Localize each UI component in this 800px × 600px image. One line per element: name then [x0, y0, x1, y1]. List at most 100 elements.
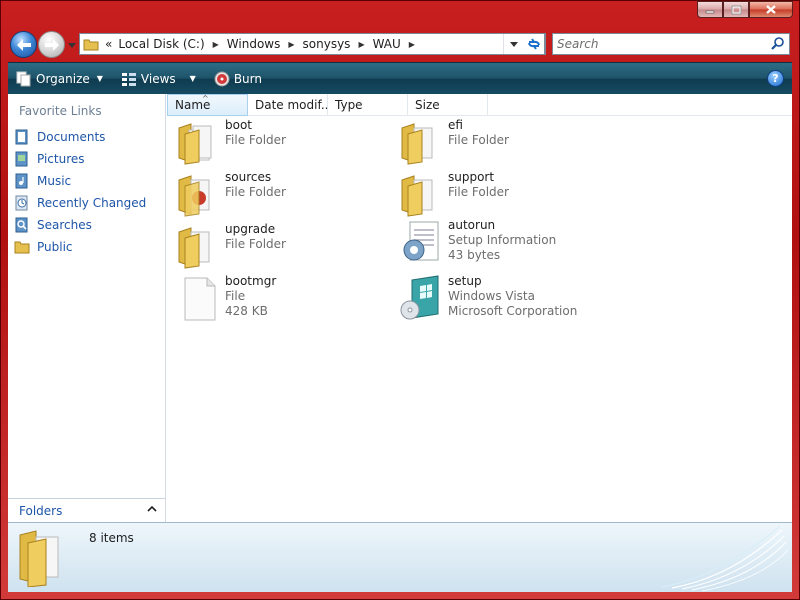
refresh-button[interactable]: [523, 33, 545, 55]
favorite-link-label: Recently Changed: [37, 196, 147, 210]
file-type: Setup Information: [448, 233, 557, 247]
file-name: bootmgr: [225, 274, 277, 288]
forward-button[interactable]: [38, 31, 65, 58]
pictures-icon: [15, 151, 28, 167]
breadcrumb-separator-icon[interactable]: ▶: [358, 40, 364, 49]
favorite-link-label: Documents: [37, 130, 106, 144]
column-header-label: Type: [335, 98, 363, 112]
file-item-text: bootmgr File 428 KB: [225, 274, 276, 322]
decorative-swoosh: [661, 525, 789, 592]
breadcrumb-local-disk[interactable]: Local Disk (C:): [118, 37, 204, 51]
minimize-icon: [705, 10, 715, 13]
file-type: File Folder: [448, 185, 509, 199]
breadcrumb-separator-icon[interactable]: ▶: [409, 40, 415, 49]
column-header-name[interactable]: ^ Name: [167, 94, 248, 116]
favorite-link-searches[interactable]: Searches: [14, 214, 146, 236]
organize-button[interactable]: Organize ▼: [10, 67, 109, 91]
search-input[interactable]: [557, 34, 757, 54]
file-type: File Folder: [225, 185, 286, 199]
favorite-link-recently-changed[interactable]: Recently Changed: [14, 192, 146, 214]
breadcrumb-windows[interactable]: Windows: [227, 37, 281, 51]
sort-ascending-icon: ^: [202, 94, 209, 103]
address-bar[interactable]: « Local Disk (C:) ▶ Windows ▶ sonysys ▶ …: [79, 33, 546, 55]
folders-label: Folders: [19, 503, 63, 518]
explorer-content: Favorite Links Documents Pictures Music …: [8, 94, 792, 522]
recent-icon: [15, 195, 28, 211]
file-item-text: efi File Folder: [448, 118, 509, 166]
title-bar: [0, 0, 800, 30]
search-icon[interactable]: [771, 36, 785, 50]
burn-button[interactable]: Burn: [208, 67, 268, 91]
navigation-pane: Favorite Links Documents Pictures Music …: [8, 94, 166, 522]
forward-arrow-icon: [44, 38, 59, 51]
breadcrumb-separator-icon[interactable]: ▶: [213, 40, 219, 49]
file-name: autorun: [448, 218, 496, 232]
file-item-upgrade[interactable]: upgrade File Folder: [175, 222, 286, 270]
address-dropdown[interactable]: [503, 34, 523, 54]
views-icon: [121, 72, 136, 86]
folder-icon: [178, 175, 210, 217]
favorite-link-label: Music: [37, 174, 72, 188]
file-item-boot[interactable]: boot File Folder: [175, 118, 286, 166]
recent-pages-dropdown[interactable]: [66, 40, 78, 50]
file-item-support[interactable]: support File Folder: [398, 170, 509, 218]
file-item-setup[interactable]: setup Windows Vista Microsoft Corporatio…: [398, 274, 577, 322]
column-header-date-modified[interactable]: Date modif...: [248, 94, 328, 116]
column-header-type[interactable]: Type: [328, 94, 408, 116]
file-type: File Folder: [225, 133, 286, 147]
file-item-text: sources File Folder: [225, 170, 286, 218]
file-item-efi[interactable]: efi File Folder: [398, 118, 509, 166]
file-name: boot: [225, 118, 253, 132]
chevron-down-icon: ▼: [189, 74, 196, 83]
file-item-bootmgr[interactable]: bootmgr File 428 KB: [175, 274, 276, 322]
views-button[interactable]: Views ▼: [115, 67, 202, 91]
favorite-links-list: Documents Pictures Music Recently Change…: [14, 126, 146, 258]
setup-app-icon: [400, 275, 439, 320]
favorite-link-pictures[interactable]: Pictures: [14, 148, 146, 170]
help-button[interactable]: ?: [767, 70, 784, 87]
folder-icon: [178, 227, 210, 269]
folders-toggle[interactable]: Folders: [8, 498, 165, 522]
breadcrumb-overflow[interactable]: «: [105, 37, 112, 51]
file-item-text: support File Folder: [448, 170, 509, 218]
chevron-down-icon: [509, 41, 518, 47]
minimize-button[interactable]: [697, 1, 723, 18]
breadcrumb-wau[interactable]: WAU: [373, 37, 401, 51]
file-name: support: [448, 170, 495, 184]
item-count: 8 items: [89, 531, 134, 545]
chevron-up-icon: [147, 505, 157, 512]
caption-buttons: [697, 1, 793, 18]
column-header-row: ^ Name Date modif... Type Size: [167, 94, 792, 116]
file-size: 428 KB: [225, 304, 268, 318]
organize-icon: [16, 71, 31, 86]
favorite-link-label: Pictures: [37, 152, 85, 166]
file-item-text: autorun Setup Information 43 bytes: [448, 218, 556, 266]
breadcrumb-separator-icon[interactable]: ▶: [288, 40, 294, 49]
maximize-icon: [731, 5, 741, 14]
breadcrumb-sonysys[interactable]: sonysys: [303, 37, 351, 51]
column-header-size[interactable]: Size: [408, 94, 488, 116]
favorite-link-documents[interactable]: Documents: [14, 126, 146, 148]
views-label: Views: [140, 71, 176, 86]
file-name: upgrade: [225, 222, 276, 236]
burn-label: Burn: [233, 71, 262, 86]
maximize-button[interactable]: [723, 1, 749, 18]
file-company: Microsoft Corporation: [448, 304, 578, 318]
breadcrumb: « Local Disk (C:) ▶ Windows ▶ sonysys ▶ …: [103, 37, 423, 51]
chevron-down-icon: ▼: [96, 74, 103, 83]
setup-info-icon: [403, 221, 439, 261]
close-button[interactable]: [749, 1, 793, 18]
folder-icon: [83, 39, 99, 51]
folder-icon: [401, 123, 433, 165]
favorite-link-music[interactable]: Music: [14, 170, 146, 192]
folder-icon: [178, 123, 212, 165]
file-item-autorun[interactable]: autorun Setup Information 43 bytes: [398, 218, 556, 266]
file-item-text: upgrade File Folder: [225, 222, 286, 270]
command-bar: Organize ▼ Views ▼ Burn ?: [8, 62, 792, 94]
favorite-link-public[interactable]: Public: [14, 236, 146, 258]
file-name: setup: [448, 274, 482, 288]
file-item-sources[interactable]: sources File Folder: [175, 170, 286, 218]
help-icon: ?: [772, 72, 779, 85]
searches-icon: [15, 217, 28, 233]
back-button[interactable]: [10, 31, 37, 58]
